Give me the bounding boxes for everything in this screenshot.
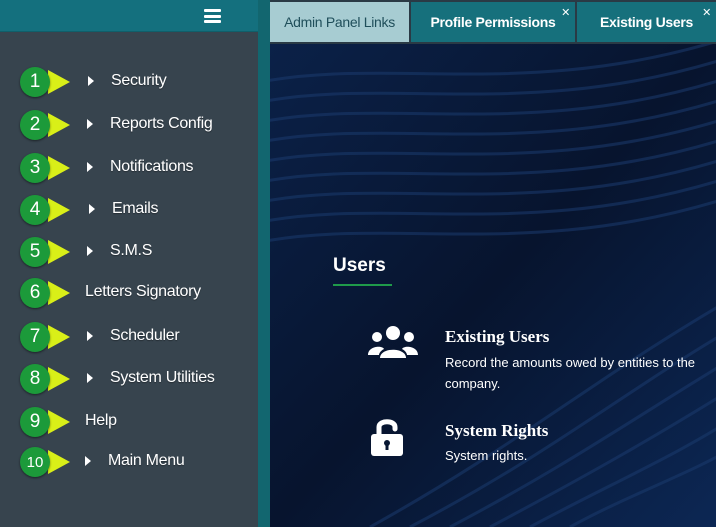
tab-admin-panel-links[interactable]: Admin Panel Links [270, 2, 409, 42]
step-badge: 1 [20, 67, 50, 97]
step-badge: 10 [20, 447, 50, 477]
sidebar-item-help[interactable]: 9 Help [0, 405, 258, 439]
step-badge: 3 [20, 153, 50, 183]
sidebar-item-label: Scheduler [110, 327, 180, 344]
pointer-arrow-icon [40, 198, 70, 222]
sidebar-item-letters-signatory[interactable]: 6 Letters Signatory [0, 276, 258, 310]
unlock-icon[interactable] [370, 417, 404, 457]
sidebar-item-label: S.M.S [110, 242, 153, 259]
sidebar-item-label: Main Menu [108, 452, 185, 469]
pointer-arrow-icon [40, 240, 70, 264]
title-underline [333, 284, 392, 286]
sidebar-item-main-menu[interactable]: 10 Main Menu [0, 445, 258, 479]
section-title: Users [333, 255, 386, 276]
pointer-arrow-icon [40, 70, 70, 94]
close-icon[interactable]: ✕ [561, 7, 570, 18]
sidebar: 1 Security 2 Reports Config 3 Notificati… [0, 0, 258, 527]
step-badge: 5 [20, 237, 50, 267]
sidebar-item-label: Notifications [110, 158, 194, 175]
caret-right-icon [89, 204, 95, 214]
tab-bar: Admin Panel Links Profile Permissions ✕ … [270, 0, 716, 44]
users-icon[interactable] [368, 325, 418, 361]
tab-label: Profile Permissions [430, 14, 556, 30]
pointer-arrow-icon [40, 156, 70, 180]
caret-right-icon [87, 119, 93, 129]
admin-panel-content: Users Existing Users Record the amounts … [270, 44, 716, 527]
sidebar-item-label: Reports Config [110, 115, 213, 132]
pointer-arrow-icon [40, 281, 70, 305]
card-description: System rights. [445, 448, 528, 463]
sidebar-header [0, 0, 258, 32]
step-badge: 8 [20, 364, 50, 394]
sidebar-item-label: System Utilities [110, 369, 215, 386]
sidebar-item-emails[interactable]: 4 Emails [0, 193, 258, 227]
step-badge: 2 [20, 110, 50, 140]
sidebar-item-scheduler[interactable]: 7 Scheduler [0, 320, 258, 354]
sidebar-item-security[interactable]: 1 Security [0, 65, 258, 99]
tab-label: Existing Users [599, 14, 694, 30]
close-icon[interactable]: ✕ [702, 7, 711, 18]
tab-label: Admin Panel Links [284, 14, 395, 30]
pointer-arrow-icon [40, 367, 70, 391]
caret-right-icon [85, 456, 91, 466]
step-badge: 7 [20, 322, 50, 352]
sidebar-item-label: Emails [112, 200, 159, 217]
tab-existing-users[interactable]: Existing Users ✕ [577, 2, 716, 42]
step-badge: 9 [20, 407, 50, 437]
caret-right-icon [88, 76, 94, 86]
pointer-arrow-icon [40, 325, 70, 349]
hamburger-menu-icon[interactable] [204, 9, 221, 23]
caret-right-icon [87, 246, 93, 256]
sidebar-item-reports-config[interactable]: 2 Reports Config [0, 108, 258, 142]
card-title-system-rights[interactable]: System Rights [445, 421, 548, 441]
sidebar-item-system-utilities[interactable]: 8 System Utilities [0, 362, 258, 396]
sidebar-item-label: Help [85, 412, 117, 429]
sidebar-item-label: Security [111, 72, 167, 89]
card-title-existing-users[interactable]: Existing Users [445, 327, 549, 347]
sidebar-item-sms[interactable]: 5 S.M.S [0, 235, 258, 269]
pointer-arrow-icon [40, 410, 70, 434]
step-badge: 6 [20, 278, 50, 308]
caret-right-icon [87, 373, 93, 383]
sidebar-item-label: Letters Signatory [85, 283, 201, 300]
card-description: Record the amounts owed by entities to t… [445, 355, 696, 391]
caret-right-icon [87, 162, 93, 172]
caret-right-icon [87, 331, 93, 341]
sidebar-divider [258, 0, 270, 527]
pointer-arrow-icon [40, 450, 70, 474]
tab-profile-permissions[interactable]: Profile Permissions ✕ [411, 2, 575, 42]
sidebar-item-notifications[interactable]: 3 Notifications [0, 151, 258, 185]
pointer-arrow-icon [40, 113, 70, 137]
step-badge: 4 [20, 195, 50, 225]
